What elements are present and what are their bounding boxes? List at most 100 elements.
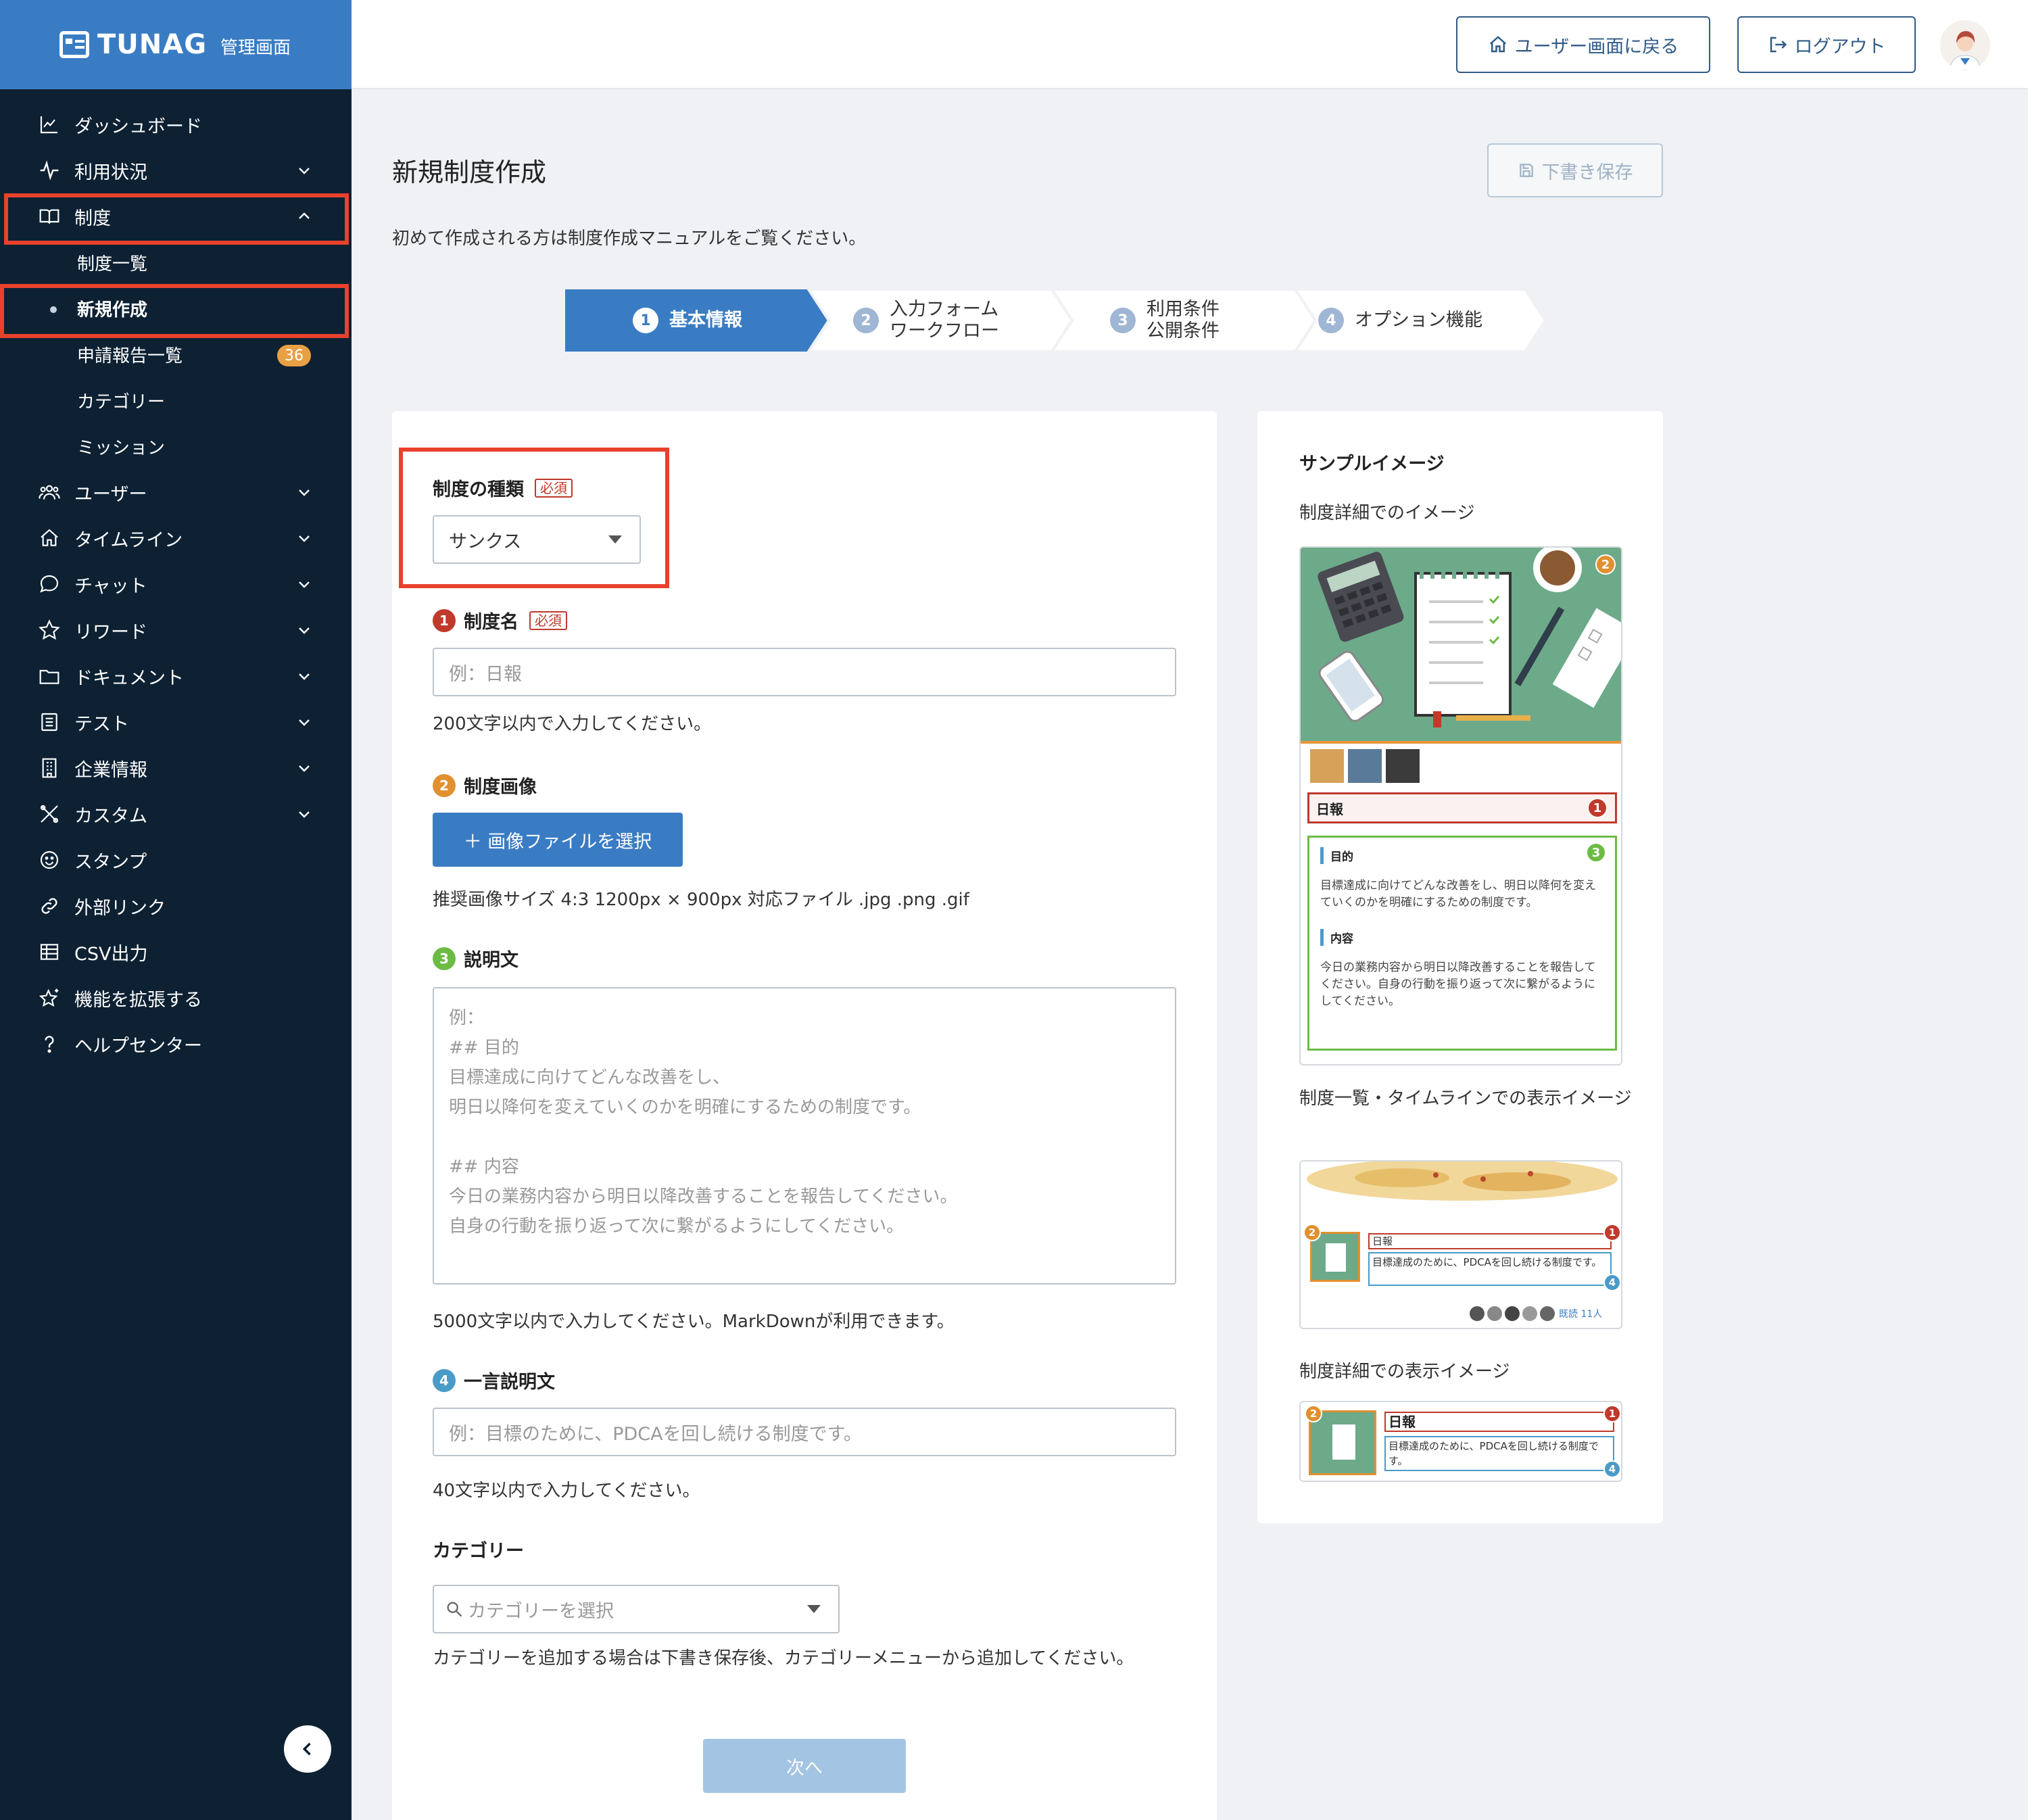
step-1: 1 基本情報 — [633, 289, 742, 352]
sidebar-item-seido[interactable]: 制度 — [0, 193, 352, 239]
chevron-left-icon — [302, 1742, 311, 1756]
sidebar-item-users[interactable]: ユーザー — [0, 469, 352, 515]
name-input-placeholder: 例：日報 — [449, 663, 522, 685]
sidebar-subitem-category[interactable]: カテゴリー — [0, 377, 352, 423]
save-icon — [1519, 164, 1533, 177]
search-icon — [447, 1602, 462, 1617]
marker-3-icon: 3 — [1586, 842, 1606, 863]
sidebar-subitem-label: 申請報告一覧 — [77, 345, 183, 366]
user-avatar[interactable] — [1940, 20, 1990, 70]
step-label: 基本情報 — [669, 309, 742, 331]
description-help: 5000文字以内で入力してください。MarkDownが利用できます。 — [433, 1312, 955, 1332]
chevron-down-icon — [299, 673, 310, 680]
step-number: 3 — [1110, 308, 1136, 333]
sidebar-item-stamp[interactable]: スタンプ — [0, 837, 352, 883]
sample-title: サンプルイメージ — [1299, 454, 1445, 475]
sidebar-item-help[interactable]: ヘルプセンター — [0, 1021, 352, 1067]
folder-icon — [38, 665, 61, 688]
sidebar-item-label: ヘルプセンター — [74, 1035, 202, 1057]
sidebar-item-dashboard[interactable]: ダッシュボード — [0, 101, 352, 147]
type-label-text: 制度の種類 — [433, 479, 524, 500]
caret-down-icon — [608, 535, 622, 544]
step-label: オプション機能 — [1355, 309, 1482, 331]
display-short-box: 目標達成のために、PDCAを回し続ける制度です。 — [1384, 1436, 1614, 1471]
sample-purpose-heading: 目的 — [1330, 851, 1353, 864]
save-draft-button[interactable]: 下書き保存 — [1487, 143, 1663, 197]
sidebar-subitem-label: 新規作成 — [77, 300, 148, 320]
sidebar-subitem-new[interactable]: 新規作成 — [0, 285, 352, 331]
short-description-label: 4 一言説明文 — [433, 1367, 555, 1393]
sample-name-box: 日報 — [1307, 792, 1617, 823]
image-help: 推奨画像サイズ 4:3 1200px × 900px 対応ファイル .jpg .… — [433, 890, 969, 910]
home-icon — [1489, 36, 1506, 53]
short-description-input[interactable]: 例：目標のために、PDCAを回し続ける制度です。 — [433, 1408, 1176, 1456]
sidebar-item-document[interactable]: ドキュメント — [0, 653, 352, 699]
display-short-text: 目標達成のために、PDCAを回し続ける制度です。 — [1389, 1440, 1599, 1467]
step-number: 4 — [1318, 308, 1344, 333]
category-label: カテゴリー — [433, 1536, 524, 1562]
tunag-logo-icon — [59, 31, 89, 58]
step-4: 4 オプション機能 — [1318, 289, 1482, 352]
marker-1-icon: 1 — [1603, 1224, 1621, 1241]
sample-purpose-text: 目標達成に向けてどんな改善をし、明日以降何を変えていくのかを明確にするための制度… — [1320, 879, 1596, 909]
active-dot — [50, 306, 57, 313]
step-label-2: 公開条件 — [1146, 320, 1220, 341]
chevron-down-icon — [299, 168, 310, 174]
activity-icon — [38, 159, 61, 182]
sidebar-item-extend[interactable]: 機能を拡張する — [0, 975, 352, 1021]
next-button[interactable]: 次へ — [703, 1739, 906, 1793]
name-help: 200文字以内で入力してください。 — [433, 714, 712, 734]
sidebar-item-custom[interactable]: カスタム — [0, 791, 352, 837]
chevron-down-icon — [299, 535, 310, 542]
sample-name-text: 日報 — [1316, 801, 1343, 817]
sidebar-item-timeline[interactable]: タイムライン — [0, 515, 352, 561]
display-name-text: 日報 — [1389, 1414, 1416, 1430]
smile-icon — [38, 848, 61, 871]
sidebar-item-chat[interactable]: チャット — [0, 561, 352, 607]
sample-detail-display-label: 制度詳細での表示イメージ — [1299, 1362, 1510, 1382]
brand-sub: 管理画面 — [220, 37, 291, 58]
brand-logo[interactable]: TUNAG 管理画面 — [0, 0, 352, 89]
sidebar-item-test[interactable]: テスト — [0, 699, 352, 745]
sidebar-subitem-reports[interactable]: 申請報告一覧 36 — [0, 331, 352, 377]
question-icon — [38, 1032, 61, 1055]
marker-1-icon: 1 — [1603, 1405, 1621, 1422]
chevron-down-icon — [299, 627, 310, 634]
sidebar-collapse-button[interactable] — [284, 1725, 331, 1773]
sidebar-item-label: チャット — [74, 575, 147, 597]
marker-2-icon: 2 — [1305, 1405, 1322, 1422]
sidebar-item-csv[interactable]: CSV出力 — [0, 929, 352, 975]
required-badge: 必須 — [535, 478, 573, 498]
sparkle-star-icon — [38, 986, 61, 1009]
description-textarea[interactable]: 例： ## 目的 目標達成に向けてどんな改善をし、 明日以降何を変えていくのかを… — [433, 987, 1176, 1285]
read-count: 既読 11人 — [1559, 1309, 1603, 1320]
desk-illustration — [1301, 548, 1621, 744]
list-short-text: 目標達成のために、PDCAを回し続ける制度です。 — [1372, 1256, 1602, 1268]
type-select[interactable]: サンクス — [433, 515, 641, 564]
sidebar-item-label: 外部リンク — [74, 897, 166, 919]
sample-detail-label: 制度詳細でのイメージ — [1299, 503, 1475, 523]
sidebar-item-company[interactable]: 企業情報 — [0, 745, 352, 791]
sidebar-item-external-link[interactable]: 外部リンク — [0, 883, 352, 929]
image-label-text: 制度画像 — [464, 777, 537, 798]
step-label: 利用条件 — [1146, 298, 1220, 320]
table-icon — [38, 940, 61, 963]
sidebar-item-usage[interactable]: 利用状況 — [0, 147, 352, 193]
sidebar-subitem-mission[interactable]: ミッション — [0, 423, 352, 469]
category-select[interactable]: カテゴリーを選択 — [433, 1585, 840, 1633]
name-input[interactable]: 例：日報 — [433, 648, 1176, 696]
sidebar-subitem-seido-list[interactable]: 制度一覧 — [0, 239, 352, 285]
select-image-button[interactable]: ＋ 画像ファイルを選択 — [433, 813, 683, 867]
sidebar-item-reward[interactable]: リワード — [0, 607, 352, 653]
number-4-icon: 4 — [433, 1368, 456, 1392]
sidebar-nav: ダッシュボード 利用状況 制度 制度一覧 新規作成 申請報告一覧 36 カテゴリ… — [0, 101, 352, 1067]
marker-2-icon: 2 — [1595, 554, 1616, 575]
chevron-down-icon — [299, 765, 310, 772]
logout-button[interactable]: ログアウト — [1737, 16, 1916, 73]
sidebar: TUNAG 管理画面 ダッシュボード 利用状況 制度 制度一覧 新規作成 申請報… — [0, 0, 352, 1820]
marker-4-icon: 4 — [1603, 1274, 1621, 1291]
sidebar-item-label: 利用状況 — [74, 162, 147, 183]
chevron-down-icon — [299, 811, 310, 818]
back-to-user-button[interactable]: ユーザー画面に戻る — [1456, 16, 1710, 73]
list-name-text: 日報 — [1372, 1235, 1393, 1247]
